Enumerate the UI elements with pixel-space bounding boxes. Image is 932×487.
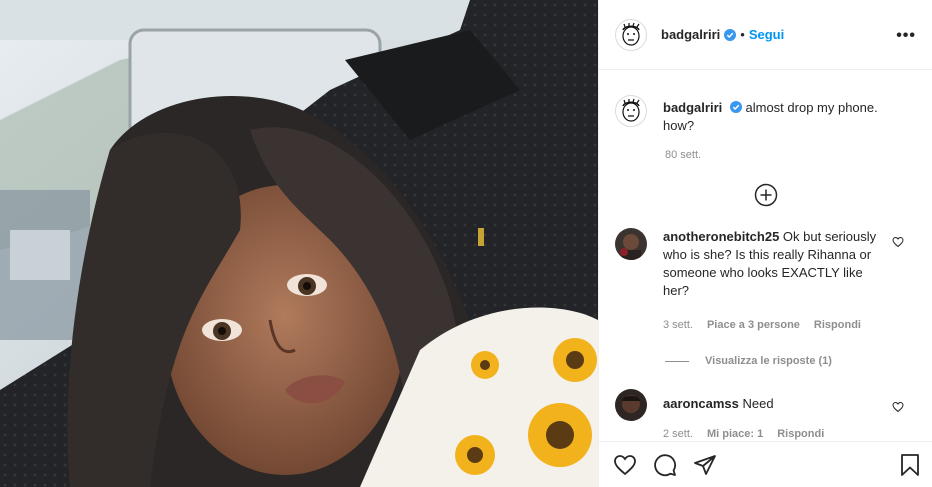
commenter-avatar[interactable]: [615, 389, 647, 421]
replies-divider: [665, 360, 689, 362]
avatar-photo: [615, 389, 647, 421]
author-avatar[interactable]: [615, 18, 647, 51]
comment-likes[interactable]: Piace a 3 persone: [707, 316, 800, 334]
sketch-face-icon: [622, 22, 640, 46]
instagram-post: badgalriri • Segui ••• badgalriri almost…: [0, 0, 932, 487]
like-comment-heart-icon[interactable]: [892, 236, 904, 248]
reply-button[interactable]: Rispondi: [777, 425, 824, 441]
post-caption: badgalriri almost drop my phone. how?: [599, 71, 932, 135]
like-button[interactable]: [613, 453, 637, 477]
sketch-face-icon: [622, 98, 640, 122]
separator-dot: •: [740, 27, 745, 42]
sunflower: [528, 403, 592, 467]
caption-timestamp: 80 sett.: [665, 149, 702, 161]
comment-meta: 3 sett. Piace a 3 persone Rispondi: [663, 316, 883, 334]
avatar-photo: [615, 228, 647, 260]
comment-time[interactable]: 2 sett.: [663, 425, 693, 441]
load-more-comments[interactable]: [599, 183, 932, 207]
view-replies-button[interactable]: Visualizza le risposte (1): [665, 355, 932, 367]
comment-item: anotheronebitch25 Ok but seriously who i…: [599, 228, 932, 334]
share-button[interactable]: [693, 453, 717, 477]
follow-button[interactable]: Segui: [749, 27, 784, 42]
caption-username[interactable]: badgalriri: [663, 100, 722, 115]
comment-meta: 2 sett. Mi piace: 1 Rispondi: [663, 425, 883, 441]
view-replies-label[interactable]: Visualizza le risposte (1): [705, 355, 832, 367]
comment-username[interactable]: anotheronebitch25: [663, 229, 779, 244]
post-actions-bar: [599, 441, 932, 487]
like-comment-heart-icon[interactable]: [892, 401, 904, 413]
caption-text-block: badgalriri almost drop my phone. how?: [663, 95, 903, 135]
comment-body: aaroncamss Need 2 sett. Mi piace: 1 Risp…: [663, 389, 883, 441]
verified-badge-icon: [729, 101, 742, 113]
comment-text: Need: [742, 396, 774, 411]
more-options-button[interactable]: •••: [896, 27, 916, 45]
post-photo[interactable]: [0, 0, 598, 487]
plus-circle-icon[interactable]: [754, 183, 778, 207]
comment-icon[interactable]: [653, 453, 677, 477]
commenter-avatar[interactable]: [615, 228, 647, 260]
comment-time[interactable]: 3 sett.: [663, 316, 693, 334]
bookmark-icon[interactable]: [898, 453, 922, 477]
caption-avatar[interactable]: [615, 95, 647, 127]
heart-icon[interactable]: [613, 453, 637, 477]
post-header: badgalriri • Segui •••: [599, 0, 932, 70]
author-username[interactable]: badgalriri: [661, 27, 720, 42]
verified-badge-icon: [724, 28, 737, 41]
selfie-image: [0, 0, 598, 487]
comment-body: anotheronebitch25 Ok but seriously who i…: [663, 228, 883, 334]
comment-username[interactable]: aaroncamss: [663, 396, 739, 411]
comment-item: aaroncamss Need 2 sett. Mi piace: 1 Risp…: [599, 389, 932, 441]
save-button[interactable]: [898, 453, 922, 477]
share-icon[interactable]: [693, 453, 717, 477]
post-side-panel: badgalriri • Segui ••• badgalriri almost…: [598, 0, 932, 487]
reply-button[interactable]: Rispondi: [814, 316, 861, 334]
comment-likes[interactable]: Mi piace: 1: [707, 425, 763, 441]
comment-button[interactable]: [653, 453, 677, 477]
comments-section[interactable]: badgalriri almost drop my phone. how? 80…: [599, 71, 932, 441]
